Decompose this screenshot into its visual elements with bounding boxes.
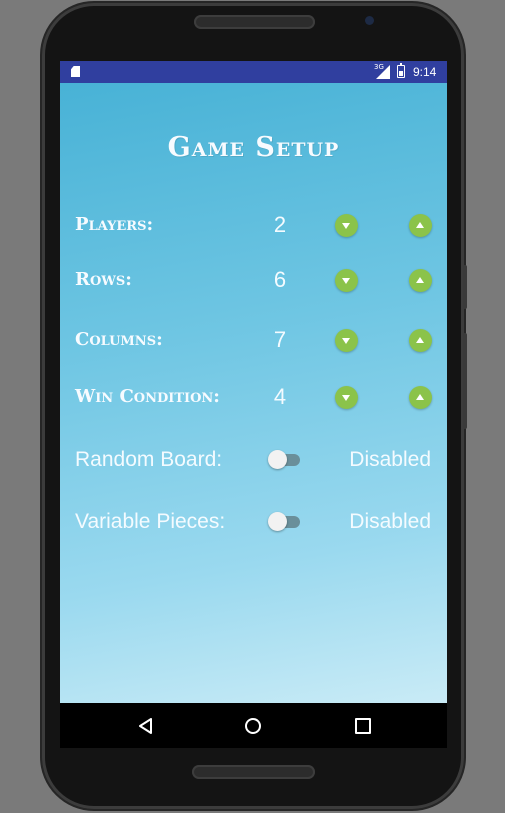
variable-pieces-switch[interactable] [268, 512, 300, 531]
arrow-down-icon [342, 338, 350, 344]
variable-pieces-label: Variable Pieces: [75, 510, 226, 533]
players-label: Players: [75, 214, 154, 235]
page-title: Game Setup [167, 132, 340, 163]
rows-decrease-button[interactable] [335, 269, 358, 292]
columns-increase-button[interactable] [409, 329, 432, 352]
win-condition-decrease-button[interactable] [335, 386, 358, 409]
random-board-state: Disabled [349, 448, 431, 471]
navigation-bar [60, 703, 447, 748]
home-icon[interactable] [245, 718, 261, 734]
front-camera [365, 16, 374, 25]
columns-decrease-button[interactable] [335, 329, 358, 352]
clock: 9:14 [413, 65, 437, 79]
win-condition-label: Win Condition: [75, 386, 220, 407]
rows-label: Rows: [75, 269, 132, 290]
players-value: 2 [273, 212, 287, 237]
arrow-up-icon [416, 277, 424, 283]
arrow-down-icon [342, 223, 350, 229]
columns-label: Columns: [75, 329, 163, 350]
back-icon[interactable] [139, 718, 153, 734]
random-board-row: Random Board: Disabled [60, 442, 447, 478]
rows-row: Rows: 6 [60, 260, 447, 300]
variable-pieces-state: Disabled [349, 510, 431, 533]
columns-row: Columns: 7 [60, 320, 447, 360]
power-button [463, 333, 467, 429]
status-bar: 3G 9:14 [60, 61, 447, 83]
switch-thumb [268, 450, 287, 469]
volume-button [463, 265, 467, 309]
sd-card-icon [71, 66, 80, 77]
arrow-down-icon [342, 395, 350, 401]
arrow-up-icon [416, 222, 424, 228]
players-decrease-button[interactable] [335, 214, 358, 237]
rows-increase-button[interactable] [409, 269, 432, 292]
random-board-label: Random Board: [75, 448, 223, 471]
columns-value: 7 [273, 327, 287, 352]
arrow-up-icon [416, 337, 424, 343]
arrow-down-icon [342, 278, 350, 284]
signal-icon [376, 65, 390, 79]
win-condition-value: 4 [273, 384, 287, 409]
rows-value: 6 [273, 267, 287, 292]
recents-icon[interactable] [355, 718, 371, 734]
win-condition-row: Win Condition: 4 [60, 377, 447, 417]
game-setup-screen: Game Setup Players: 2 Rows: 6 Columns: 7… [60, 83, 447, 703]
switch-thumb [268, 512, 287, 531]
top-speaker [194, 15, 315, 29]
win-condition-increase-button[interactable] [409, 386, 432, 409]
random-board-switch[interactable] [268, 450, 300, 469]
screen: 3G 9:14 Game Setup Players: 2 Rows: 6 Co… [60, 61, 447, 748]
battery-icon [397, 63, 405, 78]
bottom-speaker [192, 765, 315, 779]
arrow-up-icon [416, 394, 424, 400]
players-row: Players: 2 [60, 205, 447, 245]
players-increase-button[interactable] [409, 214, 432, 237]
variable-pieces-row: Variable Pieces: Disabled [60, 504, 447, 540]
